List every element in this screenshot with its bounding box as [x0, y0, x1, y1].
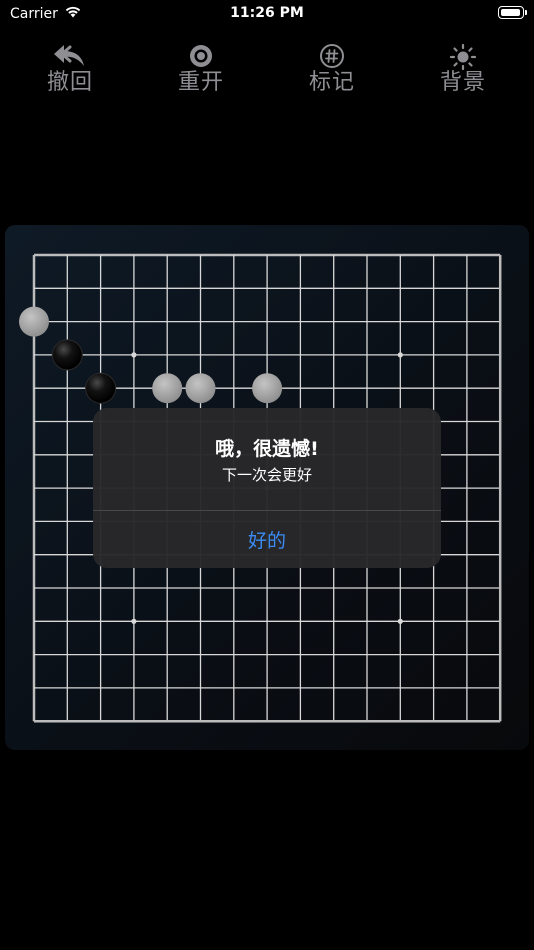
black-stone — [85, 372, 117, 404]
background-label: 背景 — [439, 70, 486, 95]
alert-ok-button[interactable]: 好的 — [93, 511, 441, 568]
white-stone — [152, 373, 183, 404]
restart-icon — [188, 42, 214, 70]
mark-label: 标记 — [308, 70, 355, 95]
battery-icon — [498, 6, 527, 19]
background-icon — [449, 42, 477, 70]
toolbar: 撤回 重开 标记 背景 — [0, 42, 534, 102]
mark-icon — [319, 42, 345, 70]
restart-label: 重开 — [177, 70, 224, 95]
battery-fill — [501, 9, 520, 16]
undo-icon — [53, 42, 87, 70]
black-stone — [51, 339, 83, 371]
status-bar: Carrier 11:26 PM — [0, 0, 534, 30]
undo-label: 撤回 — [46, 70, 93, 95]
mark-button[interactable]: 标记 — [287, 42, 377, 102]
alert-title: 哦，很遗憾! — [215, 438, 319, 460]
restart-button[interactable]: 重开 — [156, 42, 246, 102]
white-stone — [252, 373, 283, 404]
undo-button[interactable]: 撤回 — [25, 42, 115, 102]
white-stone — [19, 306, 49, 337]
background-button[interactable]: 背景 — [418, 42, 508, 102]
alert-message: 下一次会更好 — [221, 466, 312, 484]
white-stone — [185, 373, 216, 404]
result-alert: 哦，很遗憾! 下一次会更好 好的 — [93, 408, 441, 568]
status-time: 11:26 PM — [230, 5, 304, 21]
